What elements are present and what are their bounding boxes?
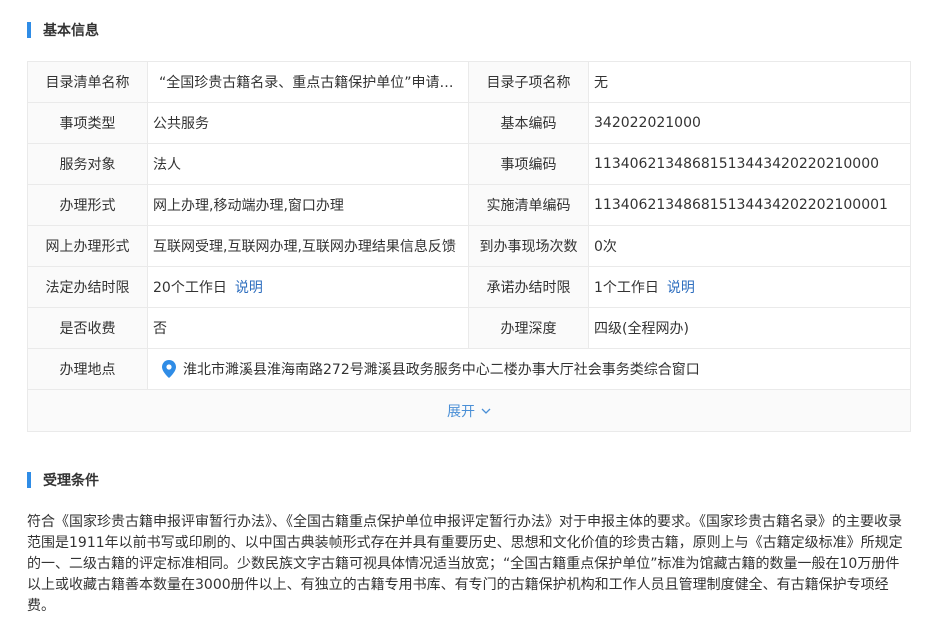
address-row: 办理地点 淮北市濉溪县淮海南路272号濉溪县政务服务中心二楼办事大厅社会事务类综… [28, 349, 910, 390]
row-label: 服务对象 [28, 144, 148, 184]
row-label: 基本编码 [469, 103, 589, 143]
catalog-name-value: “全国珍贵古籍名录、重点古籍保护单位”申请审批 [159, 75, 463, 91]
table-row: 办理形式 网上办理,移动端办理,窗口办理 实施清单编码 113406213486… [28, 185, 910, 226]
row-label: 实施清单编码 [469, 185, 589, 225]
row-value: 1个工作日 说明 [589, 267, 910, 307]
row-value: 四级(全程网办) [594, 321, 689, 337]
row-value: 法人 [148, 144, 469, 184]
address-value-cell: 淮北市濉溪县淮海南路272号濉溪县政务服务中心二楼办事大厅社会事务类综合窗口 [148, 349, 910, 389]
row-label: 承诺办结时限 [469, 267, 589, 307]
row-value: 342022021000 [594, 115, 701, 131]
basic-info-header: 基本信息 [27, 21, 99, 39]
row-value: 无 [594, 75, 608, 91]
row-value: 20个工作日 说明 [148, 267, 469, 307]
table-row: 目录清单名称 “全国珍贵古籍名录、重点古籍保护单位”申请审批 目录子项名称 无 [28, 62, 910, 103]
row-label: 办理形式 [28, 185, 148, 225]
chevron-down-icon [481, 408, 491, 414]
row-value: 网上办理,移动端办理,窗口办理 [148, 185, 469, 225]
row-label: 事项编码 [469, 144, 589, 184]
condition-text: 符合《国家珍贵古籍申报评审暂行办法》、《全国古籍重点保护单位申报评定暂行办法》对… [27, 514, 903, 614]
section-accent-bar [27, 472, 31, 488]
row-label: 网上办理形式 [28, 226, 148, 266]
address-value[interactable]: 淮北市濉溪县淮海南路272号濉溪县政务服务中心二楼办事大厅社会事务类综合窗口 [183, 359, 700, 379]
condition-title: 受理条件 [43, 473, 99, 489]
row-value: 否 [148, 308, 469, 348]
location-pin-icon [162, 360, 176, 378]
expand-row: 展开 [28, 390, 910, 431]
condition-header: 受理条件 [27, 471, 99, 489]
row-label: 是否收费 [28, 308, 148, 348]
row-value: 113406213486815134434202202100001 [594, 197, 888, 213]
row-label: 到办事现场次数 [469, 226, 589, 266]
basic-info-title: 基本信息 [43, 23, 99, 39]
expand-label: 展开 [447, 403, 475, 420]
row-label: 事项类型 [28, 103, 148, 143]
table-row: 事项类型 公共服务 基本编码 342022021000 [28, 103, 910, 144]
basic-info-table: 目录清单名称 “全国珍贵古籍名录、重点古籍保护单位”申请审批 目录子项名称 无 … [27, 61, 911, 432]
promised-deadline-value: 1个工作日 [594, 280, 659, 296]
address-label: 办理地点 [28, 349, 148, 389]
row-label: 目录子项名称 [469, 62, 589, 102]
row-label: 办理深度 [469, 308, 589, 348]
table-row: 是否收费 否 办理深度 四级(全程网办) [28, 308, 910, 349]
expand-button[interactable]: 展开 [447, 401, 491, 421]
row-label: 法定办结时限 [28, 267, 148, 307]
row-value: “全国珍贵古籍名录、重点古籍保护单位”申请审批 [148, 62, 469, 102]
table-row: 服务对象 法人 事项编码 113406213486815134434202202… [28, 144, 910, 185]
row-value: 互联网受理,互联网办理,互联网办理结果信息反馈 [148, 226, 469, 266]
promised-deadline-explain-link[interactable]: 说明 [667, 277, 695, 297]
row-label: 目录清单名称 [28, 62, 148, 102]
table-row: 网上办理形式 互联网受理,互联网办理,互联网办理结果信息反馈 到办事现场次数 0… [28, 226, 910, 267]
row-value: 0次 [594, 239, 617, 255]
legal-deadline-value: 20个工作日 [153, 280, 227, 296]
table-row: 法定办结时限 20个工作日 说明 承诺办结时限 1个工作日 说明 [28, 267, 910, 308]
row-value: 公共服务 [148, 103, 469, 143]
legal-deadline-explain-link[interactable]: 说明 [235, 277, 263, 297]
row-value: 11340621348681513443420220210000 [594, 156, 880, 172]
section-accent-bar [27, 22, 31, 38]
